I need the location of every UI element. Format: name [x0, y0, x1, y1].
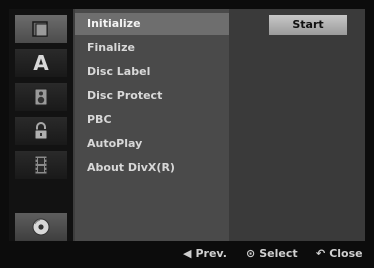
lock-icon — [32, 121, 50, 141]
close-label: Close — [329, 247, 363, 260]
select-hint[interactable]: ⊙ Select — [246, 246, 298, 262]
menu-item-disc-label[interactable]: Disc Label — [75, 61, 229, 83]
menu-item-about-divx[interactable]: About DivX(R) — [75, 157, 229, 179]
sidebar-item-lock[interactable] — [15, 117, 67, 145]
menu-item-autoplay[interactable]: AutoPlay — [75, 133, 229, 155]
footer-hints: ◀ Prev. ⊙ Select ↶ Close — [0, 241, 374, 268]
disc-folder-icon — [31, 20, 51, 38]
sidebar-item-audio[interactable] — [15, 83, 67, 111]
sidebar-item-language[interactable]: A — [15, 49, 67, 77]
menu-item-pbc[interactable]: PBC — [75, 109, 229, 131]
prev-hint[interactable]: ◀ Prev. — [183, 246, 227, 262]
select-circle-icon: ⊙ — [246, 247, 256, 260]
options-panel: Start — [229, 9, 365, 248]
menu-list: Initialize Finalize Disc Label Disc Prot… — [75, 9, 229, 248]
setup-screen: A Initialize Finalize Disc Label Disc Pr… — [9, 9, 365, 248]
speaker-icon — [32, 87, 50, 107]
sidebar-item-movie[interactable] — [15, 151, 67, 179]
select-label: Select — [259, 247, 298, 260]
sidebar-item-disc-setup[interactable] — [15, 15, 67, 43]
arrow-left-icon: ◀ — [183, 247, 192, 260]
sidebar: A — [9, 9, 73, 248]
menu-item-finalize[interactable]: Finalize — [75, 37, 229, 59]
language-a-icon: A — [33, 51, 49, 75]
sidebar-item-disc[interactable] — [15, 213, 67, 241]
prev-label: Prev. — [195, 247, 227, 260]
film-strip-icon — [33, 155, 49, 175]
menu-item-initialize[interactable]: Initialize — [75, 13, 229, 35]
disc-icon — [31, 217, 51, 237]
start-button[interactable]: Start — [269, 15, 347, 35]
return-icon: ↶ — [316, 247, 326, 260]
menu-item-disc-protect[interactable]: Disc Protect — [75, 85, 229, 107]
close-hint[interactable]: ↶ Close — [316, 246, 363, 262]
